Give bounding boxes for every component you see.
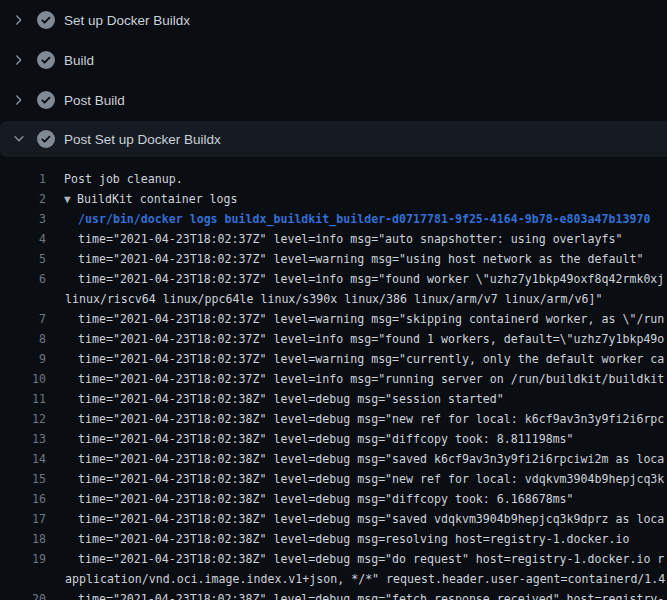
log-text: Post job cleanup. (64, 169, 183, 189)
line-number[interactable]: 17 (0, 509, 46, 529)
log-lines: 1 Post job cleanup. 2 ▼BuildKit container l… (0, 157, 667, 600)
log-text: time="2021-04-23T18:02:37Z" level=warnin… (78, 249, 643, 269)
log-text: time="2021-04-23T18:02:38Z" level=debug … (78, 509, 664, 529)
line-number[interactable]: 4 (0, 229, 46, 249)
line-number[interactable]: 19 (0, 549, 46, 569)
line-number[interactable]: 12 (0, 409, 46, 429)
log-row: 2 ▼BuildKit container logs (0, 189, 667, 209)
line-number[interactable]: 3 (0, 209, 46, 229)
log-text: linux/riscv64 linux/ppc64le linux/s390x … (65, 289, 602, 309)
line-number[interactable]: 16 (0, 489, 46, 509)
log-row: 20 time="2021-04-23T18:02:38Z" level=debu… (0, 589, 667, 600)
log-text: time="2021-04-23T18:02:38Z" level=debug … (78, 449, 664, 469)
log-text: time="2021-04-23T18:02:37Z" level=info m… (78, 269, 664, 289)
log-text: time="2021-04-23T18:02:38Z" level=debug … (78, 549, 664, 569)
line-number[interactable]: 10 (0, 369, 46, 389)
step-row-1[interactable]: Build (0, 40, 667, 80)
line-number[interactable]: 18 (0, 529, 46, 549)
log-row: 8 time="2021-04-23T18:02:37Z" level=info … (0, 329, 667, 349)
log-text: time="2021-04-23T18:02:38Z" level=debug … (78, 389, 504, 409)
line-number[interactable]: 6 (0, 269, 46, 289)
log-row: 1 Post job cleanup. (0, 169, 667, 189)
log-text: time="2021-04-23T18:02:37Z" level=warnin… (78, 349, 664, 369)
log-row: 6 time="2021-04-23T18:02:37Z" level=info … (0, 269, 667, 289)
line-number[interactable]: 15 (0, 469, 46, 489)
log-text: time="2021-04-23T18:02:37Z" level=info m… (78, 329, 664, 349)
step-row-3[interactable]: Post Set up Docker Buildx (0, 121, 667, 157)
log-row: 10 time="2021-04-23T18:02:37Z" level=info… (0, 369, 667, 389)
line-number[interactable]: 13 (0, 429, 46, 449)
log-row: 9 time="2021-04-23T18:02:37Z" level=warni… (0, 349, 667, 369)
line-number (0, 569, 46, 589)
line-number[interactable]: 7 (0, 309, 46, 329)
log-row: 15 time="2021-04-23T18:02:38Z" level=debu… (0, 469, 667, 489)
group-title: BuildKit container logs (77, 192, 238, 206)
log-row: 7 time="2021-04-23T18:02:37Z" level=warni… (0, 309, 667, 329)
log-text: application/vnd.oci.image.index.v1+json,… (65, 569, 665, 589)
log-text: time="2021-04-23T18:02:37Z" level=info m… (78, 369, 664, 389)
check-circle-icon (37, 51, 55, 69)
step-label: Set up Docker Buildx (64, 13, 190, 28)
log-text: time="2021-04-23T18:02:38Z" level=debug … (78, 469, 664, 489)
line-number[interactable]: 1 (0, 169, 46, 189)
group-collapse-triangle-icon[interactable]: ▼ (64, 190, 77, 209)
log-text: time="2021-04-23T18:02:37Z" level=info m… (78, 229, 622, 249)
step-row-0[interactable]: Set up Docker Buildx (0, 0, 667, 40)
line-number[interactable]: 11 (0, 389, 46, 409)
log-row: 5 time="2021-04-23T18:02:37Z" level=warni… (0, 249, 667, 269)
chevron-right-icon (12, 13, 26, 27)
log-group-header[interactable]: ▼BuildKit container logs (64, 189, 238, 209)
log-command-text: /usr/bin/docker logs buildx_buildkit_bui… (78, 209, 650, 229)
log-text: time="2021-04-23T18:02:38Z" level=debug … (78, 429, 574, 449)
log-text: time="2021-04-23T18:02:38Z" level=debug … (78, 489, 574, 509)
line-number[interactable]: 5 (0, 249, 46, 269)
chevron-right-icon (12, 53, 26, 67)
log-row: application/vnd.oci.image.index.v1+json,… (0, 569, 667, 589)
log-text: time="2021-04-23T18:02:38Z" level=debug … (78, 589, 664, 600)
line-number[interactable]: 14 (0, 449, 46, 469)
log-row: 13 time="2021-04-23T18:02:38Z" level=debu… (0, 429, 667, 449)
chevron-down-icon (12, 132, 26, 146)
log-row: 4 time="2021-04-23T18:02:37Z" level=info … (0, 229, 667, 249)
step-row-2[interactable]: Post Build (0, 80, 667, 120)
check-circle-icon (37, 11, 55, 29)
log-row: 3/usr/bin/docker logs buildx_buildkit_bu… (0, 209, 667, 229)
log-text: time="2021-04-23T18:02:37Z" level=warnin… (78, 309, 664, 329)
step-label: Build (64, 53, 94, 68)
log-row: 11 time="2021-04-23T18:02:38Z" level=debu… (0, 389, 667, 409)
line-number[interactable]: 20 (0, 589, 46, 600)
log-row: 17 time="2021-04-23T18:02:38Z" level=debu… (0, 509, 667, 529)
log-row: 18 time="2021-04-23T18:02:38Z" level=debu… (0, 529, 667, 549)
check-circle-icon (37, 130, 55, 148)
step-label: Post Build (64, 93, 125, 108)
line-number[interactable]: 9 (0, 349, 46, 369)
log-text: time="2021-04-23T18:02:38Z" level=debug … (78, 529, 629, 549)
log-row: 16 time="2021-04-23T18:02:38Z" level=debu… (0, 489, 667, 509)
line-number (0, 289, 46, 309)
step-label: Post Set up Docker Buildx (64, 132, 221, 147)
line-number[interactable]: 8 (0, 329, 46, 349)
chevron-right-icon (12, 93, 26, 107)
log-row: linux/riscv64 linux/ppc64le linux/s390x … (0, 289, 667, 309)
line-number[interactable]: 2 (0, 189, 46, 209)
steps-list: Set up Docker Buildx Build Post Build Post … (0, 0, 667, 157)
check-circle-icon (37, 91, 55, 109)
log-row: 14 time="2021-04-23T18:02:38Z" level=debu… (0, 449, 667, 469)
log-row: 12 time="2021-04-23T18:02:38Z" level=debu… (0, 409, 667, 429)
log-text: time="2021-04-23T18:02:38Z" level=debug … (78, 409, 664, 429)
log-row: 19 time="2021-04-23T18:02:38Z" level=debu… (0, 549, 667, 569)
